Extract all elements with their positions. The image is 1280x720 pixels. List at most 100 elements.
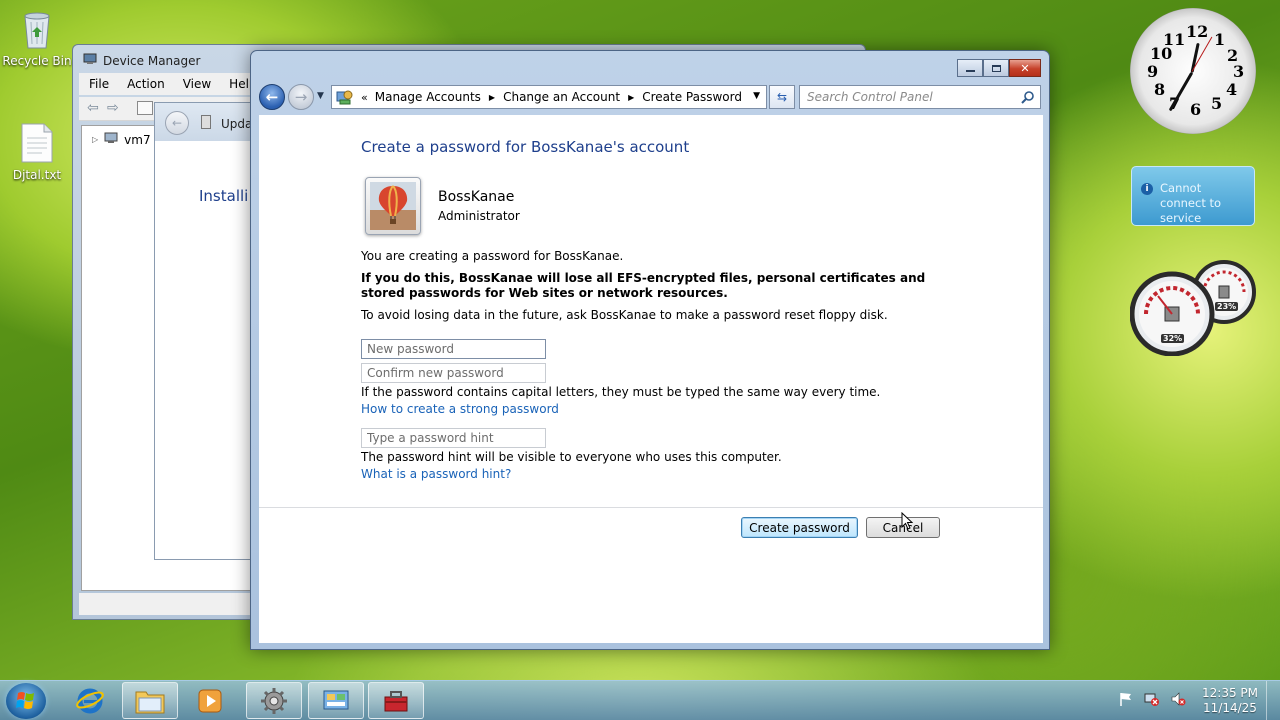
user-role: Administrator: [438, 209, 520, 223]
new-password-field[interactable]: [361, 339, 546, 359]
mouse-cursor-icon: [901, 511, 914, 533]
notice-text: Cannot connect to service: [1160, 181, 1222, 225]
volume-muted-icon[interactable]: [1170, 691, 1186, 707]
taskbar-device-manager[interactable]: [246, 682, 302, 719]
hint-note: The password hint will be visible to eve…: [361, 450, 782, 464]
device-manager-title: Device Manager: [103, 53, 201, 68]
cpu-usage-label: 32%: [1161, 334, 1185, 343]
search-icon[interactable]: [1021, 90, 1035, 107]
memory-usage-label: 23%: [1215, 302, 1239, 311]
internet-explorer-icon: [76, 688, 104, 713]
taskbar-internet-explorer[interactable]: [62, 682, 118, 719]
button-divider: [259, 507, 1043, 508]
taskbar: 12:35 PM 11/14/25: [0, 680, 1280, 720]
address-bar[interactable]: « Manage Accounts ▶ Change an Account ▶ …: [331, 85, 767, 109]
close-button[interactable]: ✕: [1009, 59, 1041, 77]
hot-air-balloon-icon: [370, 182, 416, 230]
strong-password-link[interactable]: How to create a strong password: [361, 402, 559, 416]
tree-item-vm7[interactable]: ▷ vm7: [92, 132, 151, 147]
action-center-flag-icon[interactable]: [1118, 691, 1134, 707]
close-icon: ✕: [1020, 61, 1030, 75]
menu-action[interactable]: Action: [127, 77, 165, 91]
user-name: BossKanae: [438, 189, 515, 205]
caps-note: If the password contains capital letters…: [361, 385, 881, 399]
maximize-icon: [991, 64, 1001, 72]
taskbar-time: 12:35 PM: [1202, 686, 1258, 700]
text-file-icon: [18, 122, 56, 164]
djtal-txt-desktop-icon[interactable]: Djtal.txt: [1, 122, 73, 182]
dm-forward-icon[interactable]: ⇨: [107, 100, 119, 116]
password-hint-field[interactable]: [361, 428, 546, 448]
show-desktop-button[interactable]: [1266, 681, 1280, 720]
minimize-button[interactable]: [957, 59, 983, 77]
dm-properties-icon[interactable]: [137, 101, 153, 115]
cannot-connect-gadget[interactable]: i Cannot connect to service: [1131, 166, 1255, 226]
folder-icon: [135, 691, 165, 713]
gear-icon: [261, 687, 287, 714]
clock-number: 5: [1211, 94, 1223, 113]
device-manager-titlebar: Device Manager: [83, 53, 200, 68]
confirm-password-field[interactable]: [361, 363, 546, 383]
page-title: Create a password for BossKanae's accoun…: [361, 138, 690, 156]
cpu-meter-gadget[interactable]: 32% 23%: [1129, 260, 1260, 357]
caption-buttons: ✕: [957, 59, 1041, 77]
start-button[interactable]: [6, 683, 46, 719]
menu-file[interactable]: File: [89, 77, 109, 91]
network-disconnected-icon[interactable]: [1144, 691, 1160, 707]
info-icon: i: [1141, 183, 1153, 195]
search-placeholder: Search Control Panel: [807, 90, 933, 104]
clock-gadget[interactable]: 12 1 2 3 4 5 6 7 8 9 10 11: [1130, 8, 1256, 134]
recycle-bin-icon: [18, 8, 56, 50]
breadcrumb-manage-accounts[interactable]: Manage Accounts: [375, 90, 481, 104]
breadcrumb-create-password[interactable]: Create Password: [642, 90, 742, 104]
system-tray: [1118, 691, 1186, 707]
clock-number: 3: [1233, 62, 1245, 81]
address-dropdown-icon[interactable]: ▼: [753, 91, 760, 101]
taskbar-clock[interactable]: 12:35 PM 11/14/25: [1198, 686, 1262, 716]
taskbar-date: 11/14/25: [1203, 701, 1257, 715]
update-driver-title: Upda: [221, 117, 253, 131]
refresh-icon: ⇆: [776, 90, 788, 104]
create-password-button[interactable]: Create password: [741, 517, 858, 538]
device-manager-icon: [83, 53, 97, 68]
control-panel-icon: [336, 89, 354, 105]
advice-text: To avoid losing data in the future, ask …: [361, 308, 888, 322]
expand-arrow-icon[interactable]: ▷: [92, 135, 98, 144]
computer-icon: [104, 132, 118, 147]
clock-number: 11: [1163, 30, 1186, 49]
breadcrumb-change-account[interactable]: Change an Account: [503, 90, 620, 104]
minimize-icon: [965, 70, 975, 72]
update-back-icon[interactable]: ←: [165, 111, 189, 135]
update-driver-heading: Installi: [199, 187, 249, 205]
control-panel-window[interactable]: ✕ ← → ▼ « Manage Accounts ▶ Change an Ac…: [250, 50, 1050, 650]
clock-number: 12: [1186, 22, 1209, 41]
breadcrumb-overflow[interactable]: «: [361, 91, 368, 104]
windows-logo-icon: [16, 692, 34, 709]
intro-text: You are creating a password for BossKana…: [361, 249, 624, 263]
cpu-meter-dials-icon: [1129, 260, 1256, 357]
password-hint-link[interactable]: What is a password hint?: [361, 467, 511, 481]
recent-pages-dropdown-icon[interactable]: ▼: [317, 91, 324, 101]
media-player-icon: [198, 689, 222, 712]
breadcrumb-arrow-icon[interactable]: ▶: [628, 93, 634, 102]
maximize-button[interactable]: [983, 59, 1009, 77]
clock-number: 8: [1154, 80, 1166, 99]
forward-button[interactable]: →: [288, 84, 314, 110]
control-panel-icon: [323, 690, 349, 709]
clock-number: 4: [1226, 80, 1238, 99]
back-button[interactable]: ←: [259, 84, 285, 110]
dm-back-icon[interactable]: ⇦: [87, 100, 99, 116]
breadcrumb-arrow-icon[interactable]: ▶: [489, 93, 495, 102]
clock-number: 6: [1190, 100, 1202, 119]
taskbar-explorer[interactable]: [122, 682, 178, 719]
recycle-bin-desktop-icon[interactable]: Recycle Bin: [1, 8, 73, 68]
refresh-button[interactable]: ⇆: [769, 85, 795, 109]
search-input[interactable]: Search Control Panel: [799, 85, 1041, 109]
clock-number: 1: [1214, 30, 1226, 49]
device-icon: [201, 115, 211, 129]
taskbar-control-panel[interactable]: [308, 682, 364, 719]
menu-view[interactable]: View: [183, 77, 211, 91]
taskbar-media-player[interactable]: [182, 682, 238, 719]
taskbar-toolbox[interactable]: [368, 682, 424, 719]
content-pane: Create a password for BossKanae's accoun…: [259, 115, 1043, 643]
